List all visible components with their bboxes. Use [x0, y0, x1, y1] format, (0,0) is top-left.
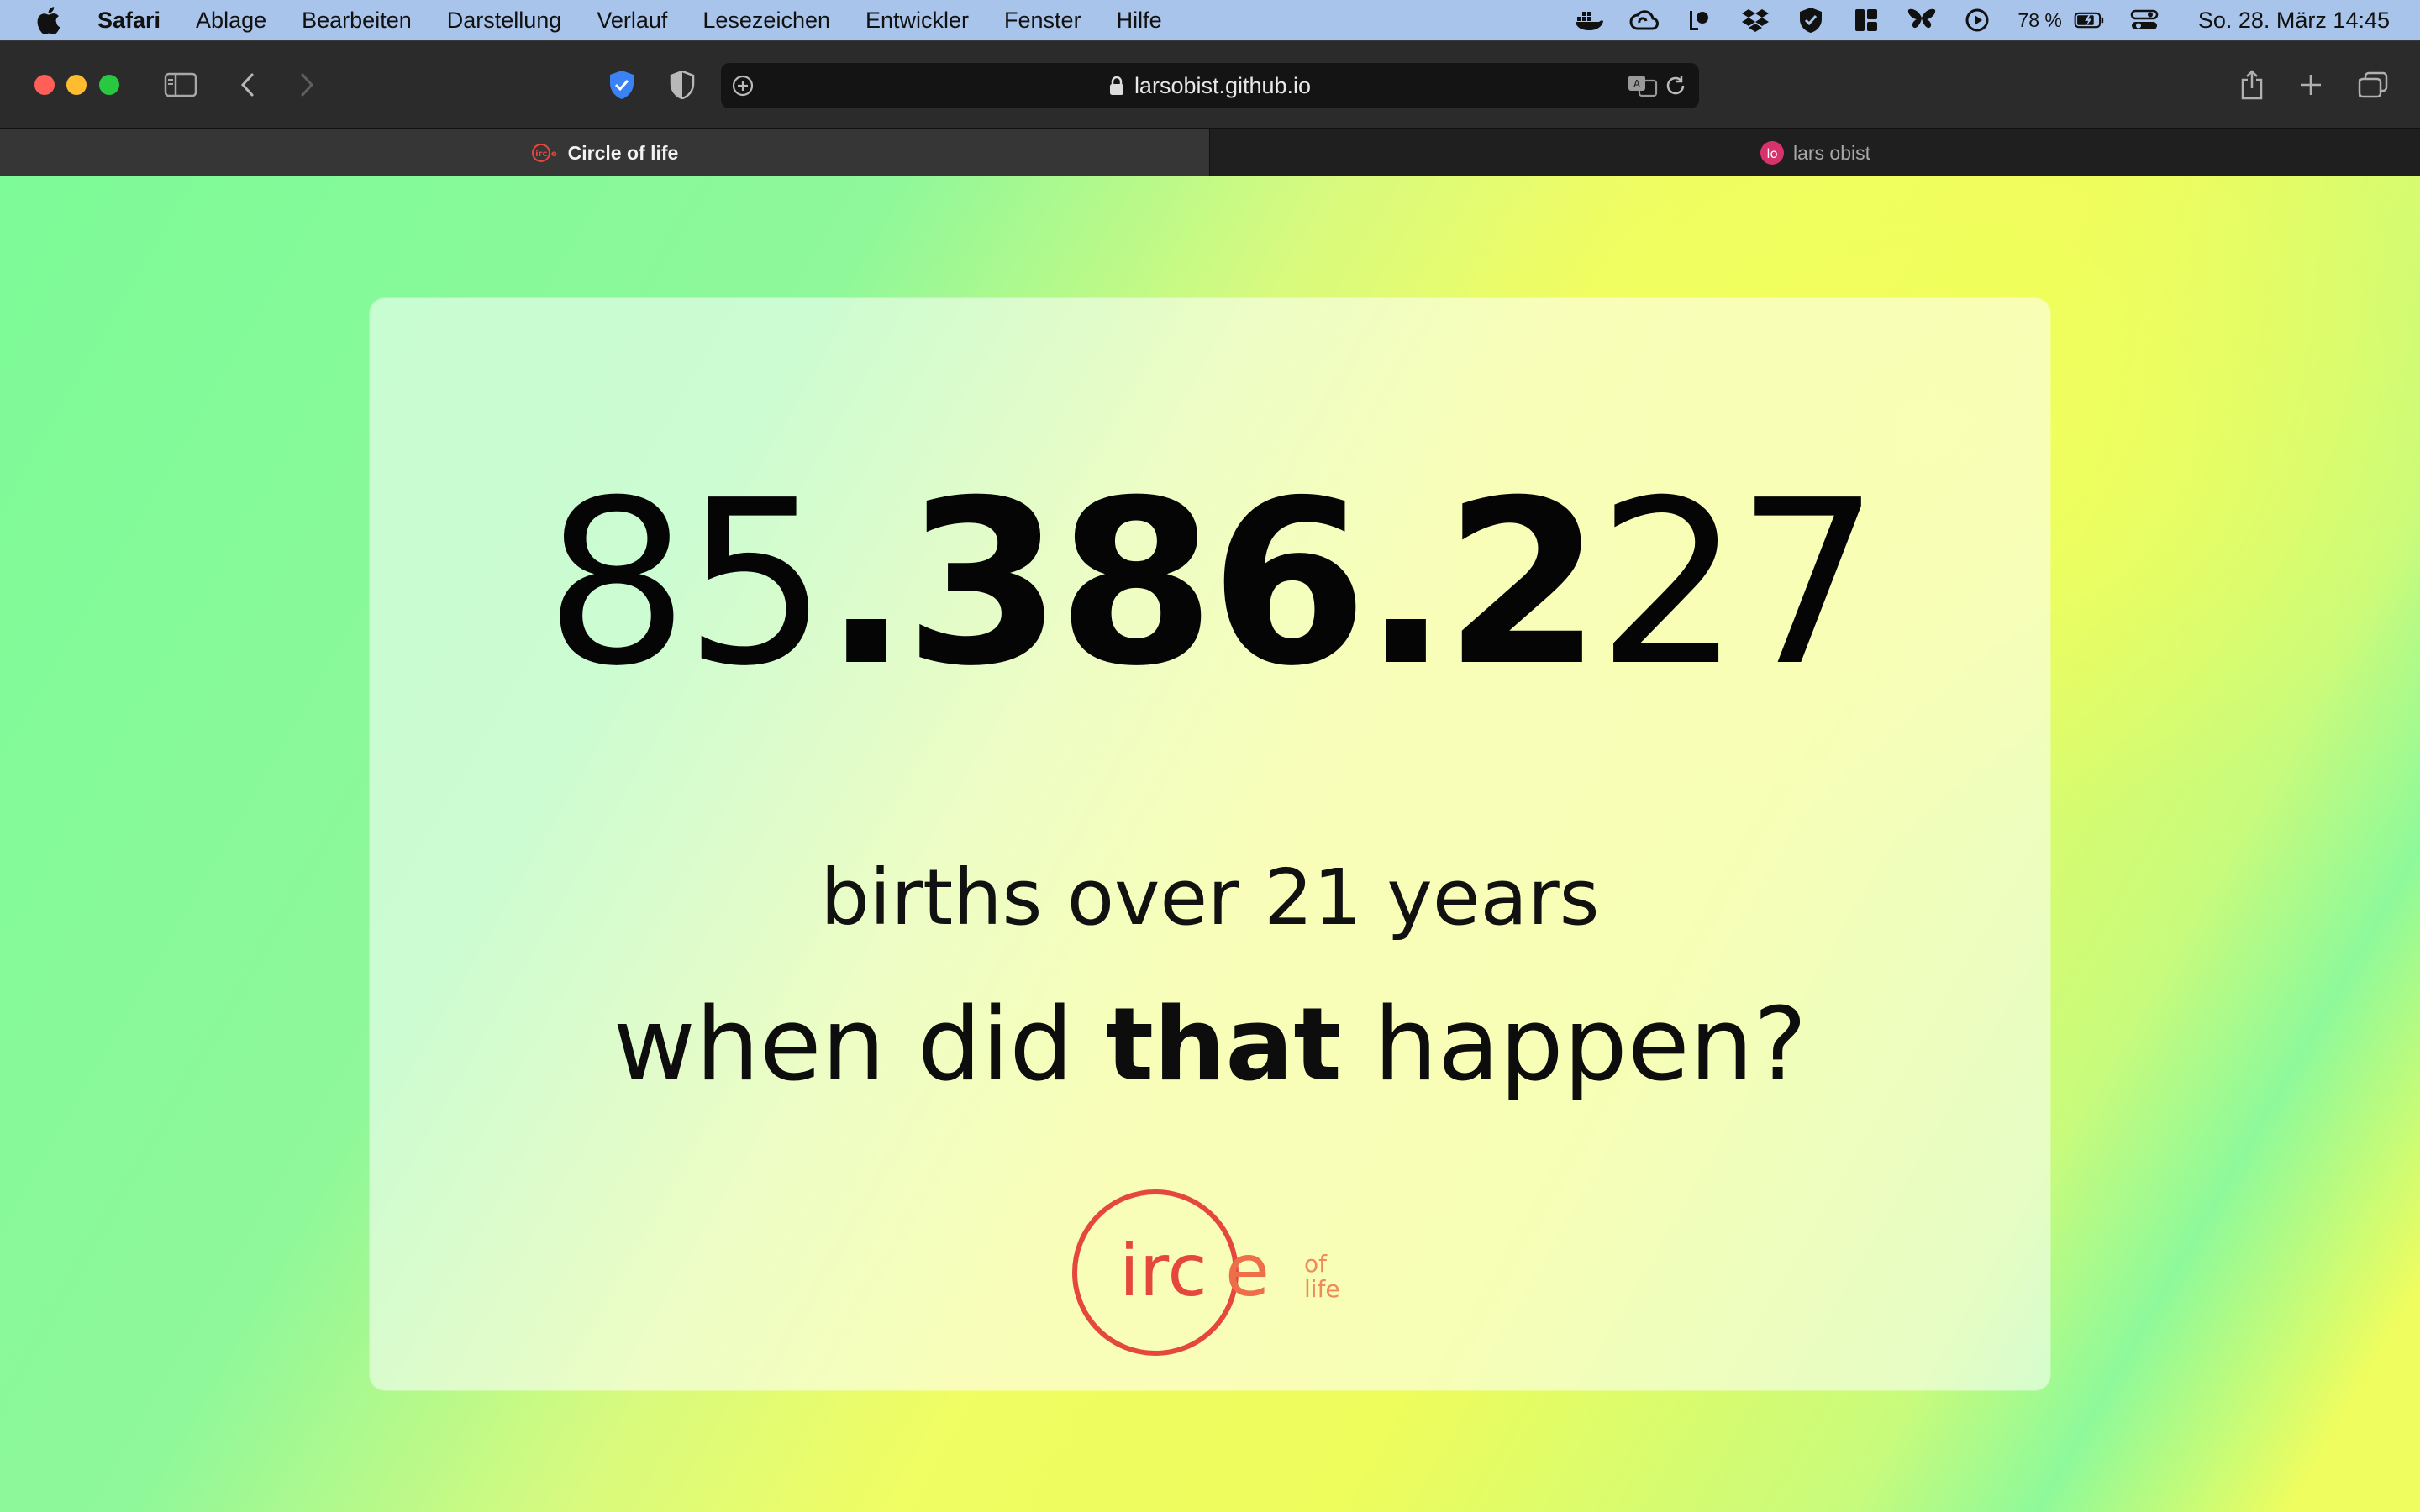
svg-text:lo: lo [1766, 146, 1777, 161]
tab-title: Circle of life [567, 141, 679, 164]
sidebar-toggle-icon[interactable] [161, 66, 200, 103]
window-minimize-button[interactable] [66, 75, 87, 95]
butterfly-icon[interactable] [1907, 5, 1937, 35]
question-heading: when did that happen? [370, 987, 2050, 1104]
lars-obist-favicon-icon: lo [1760, 140, 1785, 165]
content-blocker-shield-icon[interactable] [666, 66, 699, 103]
creative-cloud-icon[interactable] [1629, 5, 1660, 35]
tab-overview-icon[interactable] [2356, 66, 2390, 103]
menu-darstellung[interactable]: Darstellung [447, 8, 562, 34]
counter-subtitle: births over 21 years [820, 853, 1600, 942]
menu-hilfe[interactable]: Hilfe [1117, 8, 1162, 34]
svg-text:A: A [1634, 78, 1641, 90]
counter-digits: 386 [904, 451, 1368, 716]
translate-icon[interactable]: A [1627, 73, 1659, 104]
counter-digit: 8 [544, 451, 689, 716]
counter-digit: 2 [1597, 451, 1741, 716]
tab-lars-obist[interactable]: lo lars obist [1210, 129, 2420, 177]
menu-bar: Safari Ablage Bearbeiten Darstellung Ver… [0, 0, 2420, 40]
page-settings-icon[interactable] [731, 74, 755, 103]
battery-percent: 78 % [2018, 8, 2062, 31]
menu-ablage[interactable]: Ablage [196, 8, 266, 34]
control-center-icon[interactable] [2129, 5, 2160, 35]
menu-bearbeiten[interactable]: Bearbeiten [302, 8, 412, 34]
forward-chevron-icon[interactable] [294, 66, 319, 103]
tab-title: lars obist [1792, 141, 1871, 164]
counter-separator: . [823, 451, 910, 716]
back-chevron-icon[interactable] [235, 66, 260, 103]
logo-small-bottom: life [1304, 1275, 1340, 1303]
tab-bar: irc)e Circle of life lo lars obist [0, 128, 2420, 177]
tab-circle-of-life[interactable]: irc)e Circle of life [0, 129, 1210, 177]
counter-digit: 2 [1444, 451, 1602, 716]
menu-entwickler[interactable]: Entwickler [865, 8, 969, 34]
layout-icon[interactable] [1851, 5, 1881, 35]
menu-app-safari[interactable]: Safari [97, 8, 160, 34]
docker-icon[interactable] [1574, 5, 1604, 35]
reload-icon[interactable] [1664, 74, 1687, 103]
browser-toolbar: larsobist.github.io A [0, 40, 2420, 128]
apple-logo-icon[interactable] [35, 4, 64, 36]
content-card: 85.386.227 births over 21 years when did… [370, 298, 2050, 1390]
dropbox-icon[interactable] [1740, 5, 1770, 35]
shield-check-icon[interactable] [1796, 5, 1826, 35]
circle-of-life-favicon-icon: irc)e [531, 143, 560, 163]
privacy-shield-icon[interactable] [605, 66, 639, 103]
counter-separator: . [1362, 451, 1449, 716]
window-close-button[interactable] [34, 75, 55, 95]
menu-verlauf[interactable]: Verlauf [597, 8, 667, 34]
share-icon[interactable] [2237, 66, 2267, 103]
logo-small-top: of [1304, 1250, 1328, 1278]
counter-digit: 7 [1736, 451, 1881, 716]
birth-counter: 85.386.227 [370, 470, 2050, 697]
notch-app-icon[interactable] [1685, 5, 1715, 35]
address-bar[interactable]: larsobist.github.io A [721, 63, 1699, 108]
menu-fenster[interactable]: Fenster [1004, 8, 1081, 34]
svg-text:irc)e: irc)e [535, 150, 557, 159]
circle-of-life-logo[interactable]: irc e of life [1067, 1184, 1353, 1361]
counter-digit: 5 [683, 451, 829, 716]
battery-icon[interactable] [2074, 5, 2104, 35]
question-part: happen? [1341, 987, 1807, 1104]
play-circle-icon[interactable] [1962, 5, 1992, 35]
window-zoom-button[interactable] [99, 75, 119, 95]
logo-word: irc [1119, 1229, 1207, 1313]
url-text[interactable]: larsobist.github.io [1134, 73, 1311, 99]
new-tab-plus-icon[interactable] [2296, 66, 2326, 103]
web-page: 85.386.227 births over 21 years when did… [0, 176, 2420, 1512]
menu-lesezeichen[interactable]: Lesezeichen [702, 8, 830, 34]
question-emphasis: that [1105, 987, 1342, 1104]
question-part: when did [613, 987, 1106, 1104]
logo-word-end: e [1225, 1229, 1270, 1313]
menu-clock[interactable]: So. 28. März 14:45 [2198, 8, 2390, 34]
lock-icon [1109, 76, 1124, 96]
